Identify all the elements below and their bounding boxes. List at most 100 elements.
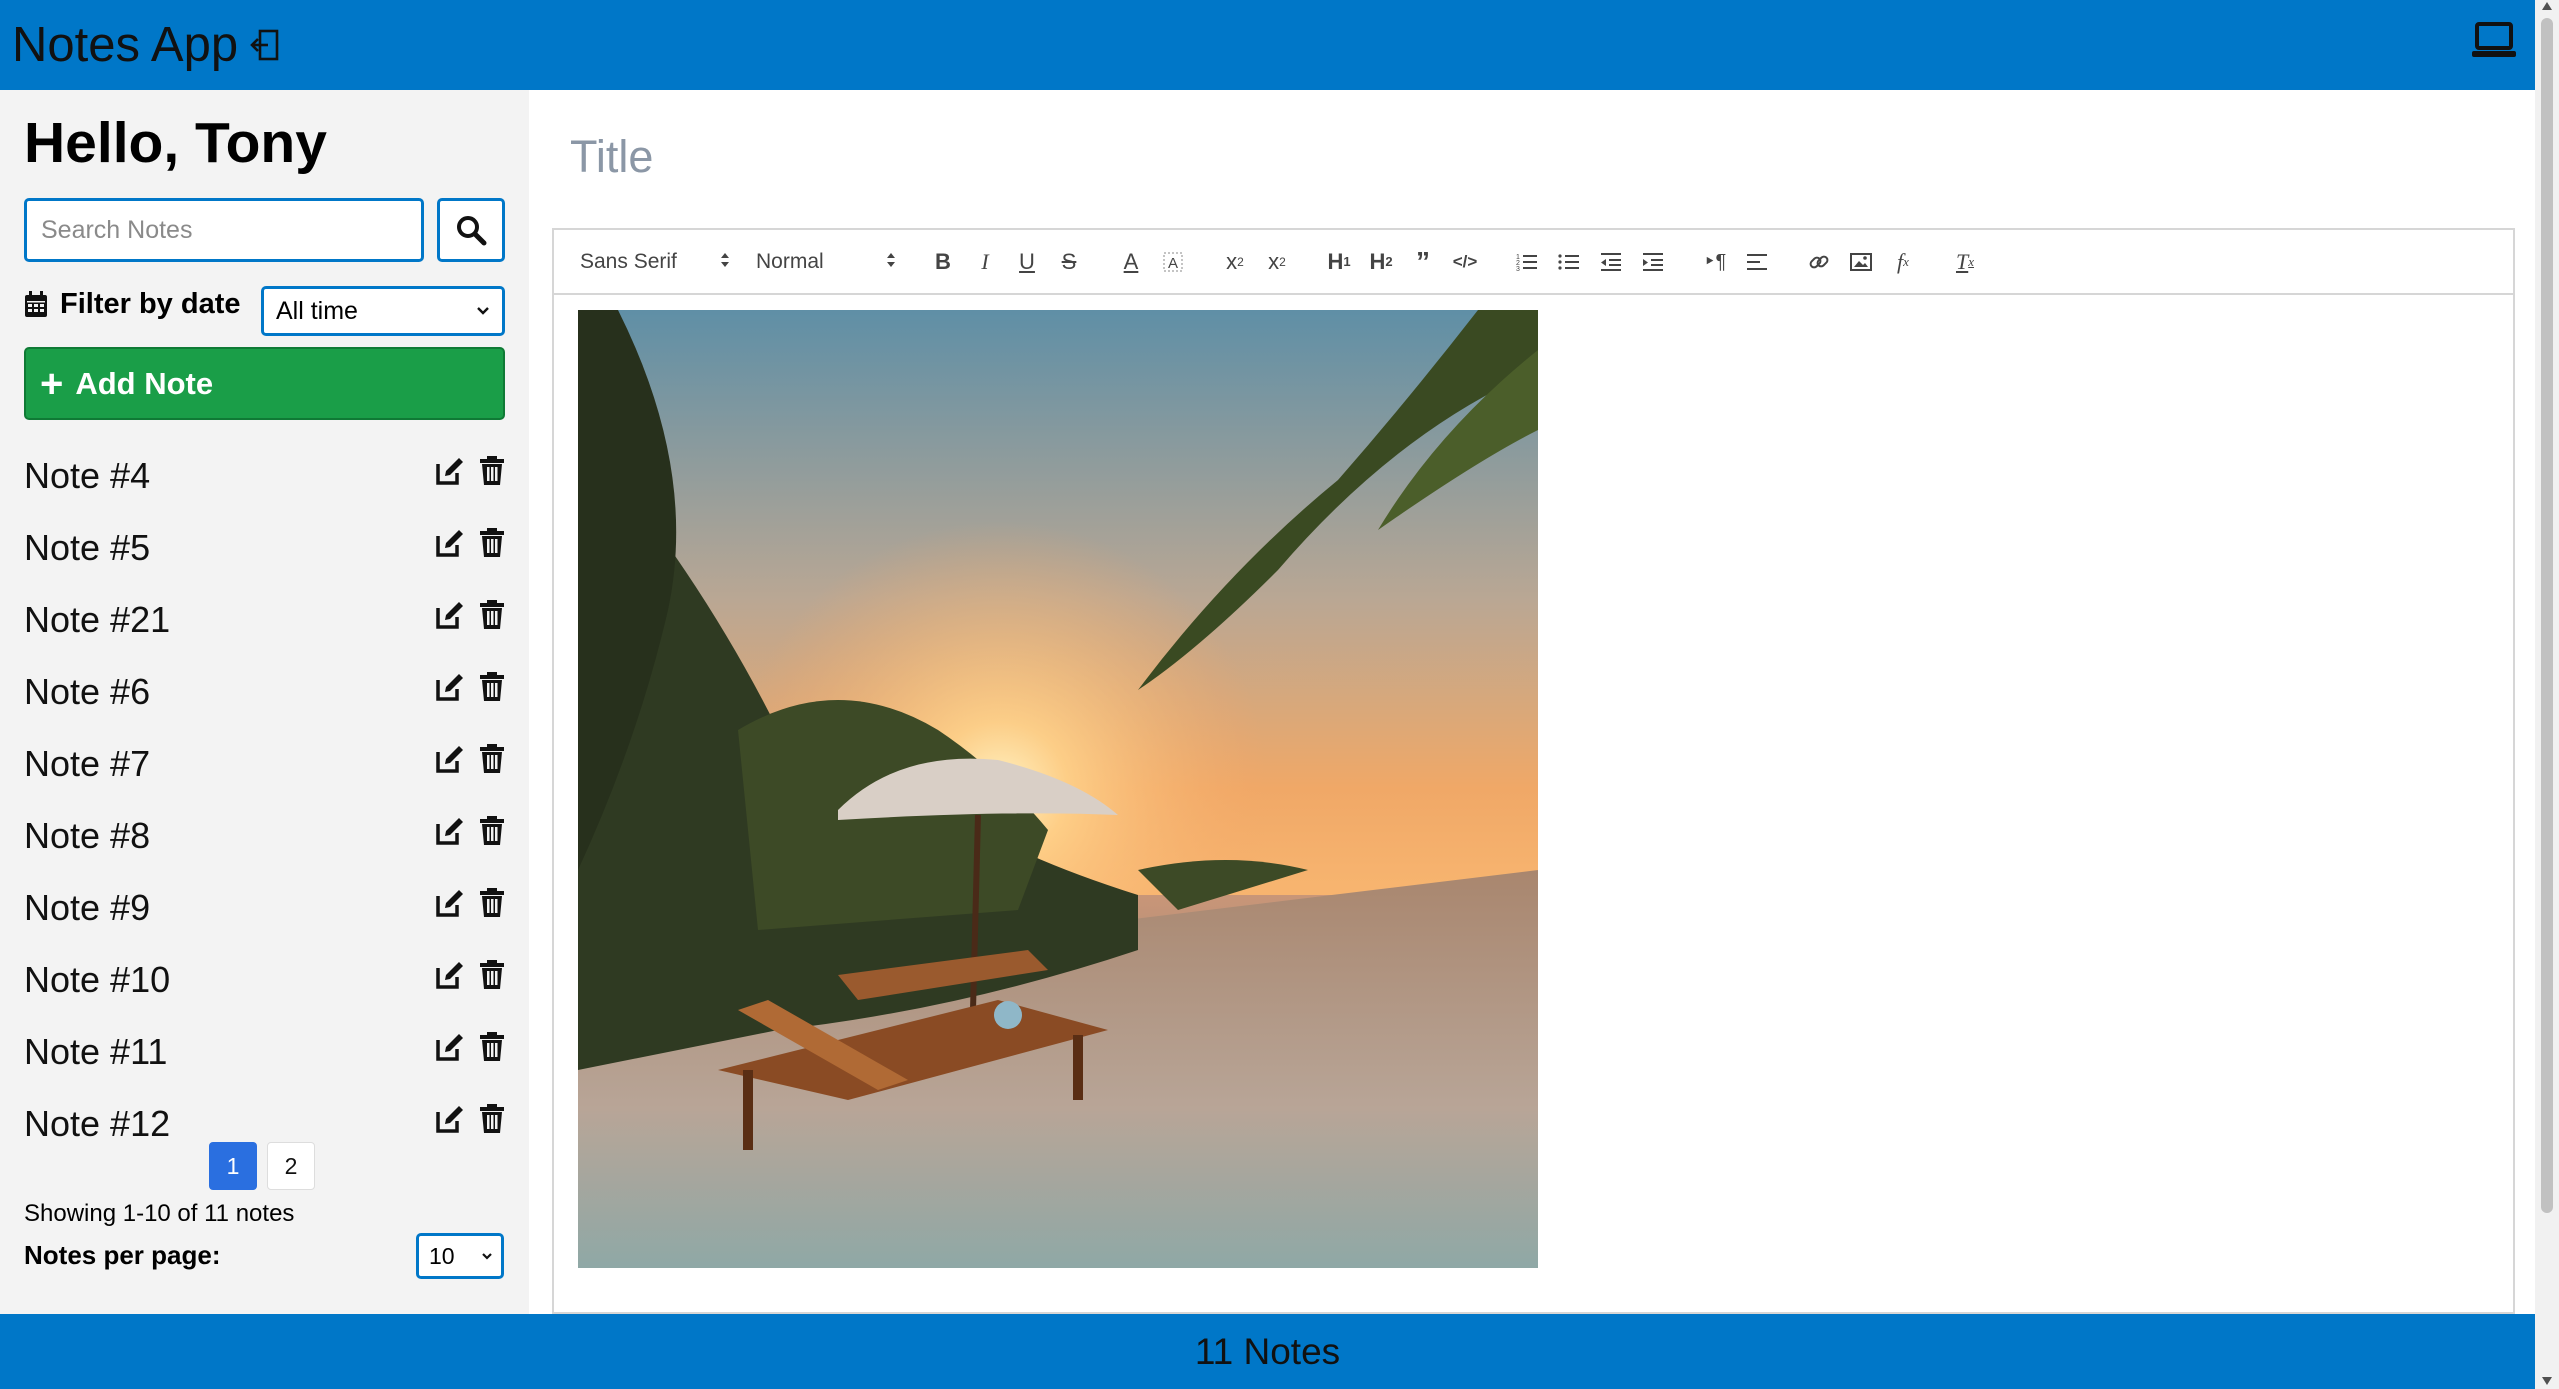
calendar-icon: [25, 291, 47, 317]
scrollbar-thumb[interactable]: [2541, 18, 2553, 1213]
indent-icon[interactable]: [1632, 244, 1674, 280]
note-title[interactable]: Note #9: [24, 887, 150, 929]
strike-icon[interactable]: S: [1048, 244, 1090, 280]
header-bar: Notes App: [0, 0, 2535, 90]
note-list-item[interactable]: Note #10: [24, 944, 505, 1016]
trash-icon[interactable]: [479, 671, 505, 707]
filter-label: Filter by date: [60, 288, 241, 320]
notes-per-page-select[interactable]: 10: [416, 1233, 504, 1279]
note-title-input[interactable]: [568, 130, 2472, 184]
search-button[interactable]: [437, 198, 505, 262]
scroll-up-arrow-icon[interactable]: [2542, 2, 2552, 10]
page-button-1[interactable]: 1: [209, 1142, 257, 1190]
header2-icon[interactable]: H2: [1360, 244, 1402, 280]
note-list: Note #4 Note #5 Note #21 Note #6 Note #7 Note…: [24, 440, 505, 1160]
search-input[interactable]: [24, 198, 424, 262]
date-filter-value: All time: [276, 296, 358, 325]
add-note-button[interactable]: + Add Note: [24, 347, 505, 420]
notes-count: 11 Notes: [1194, 1330, 1341, 1372]
app-title: Notes App: [12, 18, 239, 72]
outdent-icon[interactable]: [1590, 244, 1632, 280]
bold-icon[interactable]: B: [922, 244, 964, 280]
sidebar: Hello, Tony Filter by date All time + Ad…: [0, 90, 529, 1314]
laptop-icon[interactable]: [2471, 20, 2517, 65]
note-list-item[interactable]: Note #21: [24, 584, 505, 656]
notes-per-page-value: 10: [429, 1242, 455, 1269]
pagination: 12: [209, 1142, 315, 1190]
edit-icon[interactable]: [435, 960, 465, 995]
logout-icon[interactable]: [250, 28, 280, 62]
edit-icon[interactable]: [435, 1104, 465, 1139]
edit-icon[interactable]: [435, 672, 465, 707]
trash-icon[interactable]: [479, 527, 505, 563]
note-list-item[interactable]: Note #5: [24, 512, 505, 584]
chevron-down-icon: [477, 307, 489, 315]
font-family-value: Sans Serif: [580, 249, 677, 273]
note-title[interactable]: Note #5: [24, 527, 150, 569]
svg-text:3: 3: [1516, 266, 1520, 272]
align-icon[interactable]: [1736, 244, 1778, 280]
filter-by-date: Filter by date: [24, 288, 241, 321]
font-family-select[interactable]: Sans Serif: [580, 250, 730, 274]
ordered-list-icon[interactable]: 123: [1506, 244, 1548, 280]
blockquote-icon[interactable]: ”: [1402, 244, 1444, 280]
superscript-icon[interactable]: x2: [1214, 244, 1256, 280]
note-title[interactable]: Note #21: [24, 599, 170, 641]
trash-icon[interactable]: [479, 887, 505, 923]
underline-icon[interactable]: U: [1006, 244, 1048, 280]
date-filter-select[interactable]: All time: [261, 286, 505, 336]
trash-icon[interactable]: [479, 1103, 505, 1139]
background-color-icon[interactable]: A: [1152, 244, 1194, 280]
editor-toolbar: Sans Serif Normal B I U S A A x2 x2 H1 H…: [554, 230, 2513, 295]
trash-icon[interactable]: [479, 815, 505, 851]
formula-icon[interactable]: fx: [1882, 244, 1924, 280]
note-title[interactable]: Note #7: [24, 743, 150, 785]
link-icon[interactable]: [1798, 244, 1840, 280]
note-title[interactable]: Note #11: [24, 1031, 167, 1073]
greeting-heading: Hello, Tony: [24, 111, 327, 175]
edit-icon[interactable]: [435, 456, 465, 491]
scroll-down-arrow-icon[interactable]: [2542, 1377, 2552, 1385]
svg-text:A: A: [1168, 255, 1178, 272]
rtl-direction-icon[interactable]: ‣¶: [1694, 244, 1736, 280]
note-list-item[interactable]: Note #4: [24, 440, 505, 512]
note-title[interactable]: Note #8: [24, 815, 150, 857]
edit-icon[interactable]: [435, 528, 465, 563]
scrollbar[interactable]: [2535, 0, 2559, 1389]
note-title[interactable]: Note #4: [24, 455, 150, 497]
edit-icon[interactable]: [435, 744, 465, 779]
note-list-item[interactable]: Note #11: [24, 1016, 505, 1088]
note-title[interactable]: Note #6: [24, 671, 150, 713]
note-title[interactable]: Note #10: [24, 959, 170, 1001]
note-list-item[interactable]: Note #8: [24, 800, 505, 872]
edit-icon[interactable]: [435, 888, 465, 923]
trash-icon[interactable]: [479, 599, 505, 635]
font-size-select[interactable]: Normal: [756, 250, 896, 274]
note-list-item[interactable]: Note #9: [24, 872, 505, 944]
note-list-item[interactable]: Note #6: [24, 656, 505, 728]
image-icon[interactable]: [1840, 244, 1882, 280]
trash-icon[interactable]: [479, 455, 505, 491]
beach-sunset-image[interactable]: [578, 310, 1538, 1268]
header1-icon[interactable]: H1: [1318, 244, 1360, 280]
clean-format-icon[interactable]: Tx: [1944, 244, 1986, 280]
notes-per-page-label: Notes per page:: [24, 1240, 221, 1270]
footer-bar: 11 Notes: [0, 1314, 2535, 1389]
note-title[interactable]: Note #12: [24, 1103, 170, 1145]
chevron-down-icon: [482, 1252, 492, 1260]
trash-icon[interactable]: [479, 743, 505, 779]
trash-icon[interactable]: [479, 1031, 505, 1067]
edit-icon[interactable]: [435, 1032, 465, 1067]
trash-icon[interactable]: [479, 959, 505, 995]
text-color-icon[interactable]: A: [1110, 244, 1152, 280]
edit-icon[interactable]: [435, 816, 465, 851]
note-list-item[interactable]: Note #7: [24, 728, 505, 800]
italic-icon[interactable]: I: [964, 244, 1006, 280]
edit-icon[interactable]: [435, 600, 465, 635]
page-button-2[interactable]: 2: [267, 1142, 315, 1190]
add-note-label: Add Note: [75, 365, 214, 401]
rich-text-editor: Sans Serif Normal B I U S A A x2 x2 H1 H…: [552, 228, 2515, 1314]
bullet-list-icon[interactable]: [1548, 244, 1590, 280]
code-block-icon[interactable]: </>: [1444, 244, 1486, 280]
subscript-icon[interactable]: x2: [1256, 244, 1298, 280]
